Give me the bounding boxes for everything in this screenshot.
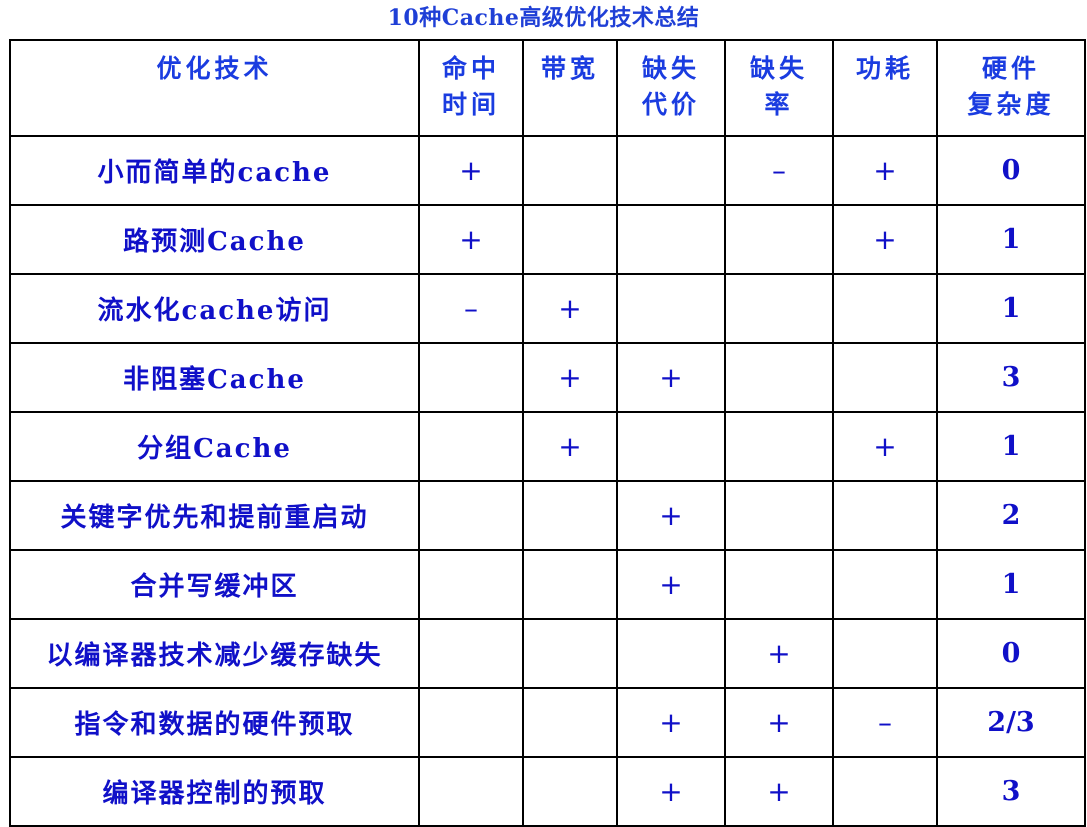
header-hit-time: 命中 时间 <box>418 39 524 137</box>
cell-miss-rate <box>724 549 834 620</box>
cell-miss-penalty <box>616 618 726 689</box>
cell-miss-penalty: + <box>616 687 726 758</box>
table-row: 编译器控制的预取 + + 3 <box>9 756 1086 827</box>
table-row: 合并写缓冲区 + 1 <box>9 549 1086 620</box>
cell-power <box>832 480 938 551</box>
cell-power: – <box>832 687 938 758</box>
cell-miss-penalty <box>616 411 726 482</box>
cell-hit-time: – <box>418 273 524 344</box>
cell-power: + <box>832 411 938 482</box>
cell-power: + <box>832 135 938 206</box>
cell-hit-time: + <box>418 204 524 275</box>
cell-miss-rate: + <box>724 618 834 689</box>
header-bandwidth: 带宽 <box>522 39 618 137</box>
cell-power <box>832 549 938 620</box>
cell-power <box>832 342 938 413</box>
cell-bandwidth: + <box>522 273 618 344</box>
row-technique: 编译器控制的预取 <box>9 756 420 827</box>
cell-hit-time <box>418 618 524 689</box>
cell-hw-complexity: 0 <box>936 618 1086 689</box>
cell-hit-time <box>418 480 524 551</box>
cell-miss-penalty: + <box>616 342 726 413</box>
row-technique: 流水化cache访问 <box>9 273 420 344</box>
cell-miss-rate <box>724 204 834 275</box>
table-row: 关键字优先和提前重启动 + 2 <box>9 480 1086 551</box>
cell-hw-complexity: 1 <box>936 411 1086 482</box>
cell-miss-penalty <box>616 135 726 206</box>
header-miss-rate: 缺失 率 <box>724 39 834 137</box>
cell-miss-rate <box>724 342 834 413</box>
cell-miss-rate: + <box>724 756 834 827</box>
row-technique: 关键字优先和提前重启动 <box>9 480 420 551</box>
cell-hw-complexity: 3 <box>936 342 1086 413</box>
table-row: 路预测Cache + + 1 <box>9 204 1086 275</box>
table-row: 指令和数据的硬件预取 + + – 2/3 <box>9 687 1086 758</box>
cell-power <box>832 273 938 344</box>
table-row: 以编译器技术减少缓存缺失 + 0 <box>9 618 1086 689</box>
cell-hit-time <box>418 342 524 413</box>
cell-hw-complexity: 0 <box>936 135 1086 206</box>
cell-miss-rate <box>724 480 834 551</box>
header-row: 优化技术 命中 时间 带宽 缺失 代价 缺失 率 功耗 硬件 复杂度 <box>9 39 1086 137</box>
cell-miss-rate <box>724 273 834 344</box>
row-technique: 指令和数据的硬件预取 <box>9 687 420 758</box>
cell-bandwidth <box>522 549 618 620</box>
cell-bandwidth <box>522 756 618 827</box>
cell-miss-penalty: + <box>616 549 726 620</box>
cell-power: + <box>832 204 938 275</box>
table-row: 分组Cache + + 1 <box>9 411 1086 482</box>
cell-hit-time: + <box>418 135 524 206</box>
optimization-table: 优化技术 命中 时间 带宽 缺失 代价 缺失 率 功耗 硬件 复杂度 小而简单的… <box>9 39 1086 827</box>
cell-hw-complexity: 2/3 <box>936 687 1086 758</box>
cell-miss-rate: – <box>724 135 834 206</box>
cell-power <box>832 756 938 827</box>
cell-hit-time <box>418 549 524 620</box>
cell-hw-complexity: 1 <box>936 549 1086 620</box>
row-technique: 分组Cache <box>9 411 420 482</box>
cell-miss-rate <box>724 411 834 482</box>
row-technique: 合并写缓冲区 <box>9 549 420 620</box>
cell-miss-penalty <box>616 273 726 344</box>
cell-hit-time <box>418 756 524 827</box>
cell-hw-complexity: 3 <box>936 756 1086 827</box>
cell-hw-complexity: 1 <box>936 273 1086 344</box>
cell-miss-penalty: + <box>616 480 726 551</box>
cell-hit-time <box>418 687 524 758</box>
cell-miss-rate: + <box>724 687 834 758</box>
cell-bandwidth <box>522 480 618 551</box>
table-row: 非阻塞Cache + + 3 <box>9 342 1086 413</box>
cell-bandwidth <box>522 618 618 689</box>
cell-bandwidth <box>522 135 618 206</box>
cell-bandwidth <box>522 687 618 758</box>
cell-hw-complexity: 2 <box>936 480 1086 551</box>
header-technique: 优化技术 <box>9 39 420 137</box>
header-miss-penalty: 缺失 代价 <box>616 39 726 137</box>
cell-bandwidth <box>522 204 618 275</box>
header-power: 功耗 <box>832 39 938 137</box>
table-row: 流水化cache访问 – + 1 <box>9 273 1086 344</box>
page-title: 10种Cache高级优化技术总结 <box>387 5 700 31</box>
row-technique: 路预测Cache <box>9 204 420 275</box>
table-row: 小而简单的cache + – + 0 <box>9 135 1086 206</box>
cell-power <box>832 618 938 689</box>
cell-hit-time <box>418 411 524 482</box>
cell-miss-penalty <box>616 204 726 275</box>
header-hw-complexity: 硬件 复杂度 <box>936 39 1086 137</box>
cell-hw-complexity: 1 <box>936 204 1086 275</box>
row-technique: 非阻塞Cache <box>9 342 420 413</box>
row-technique: 以编译器技术减少缓存缺失 <box>9 618 420 689</box>
row-technique: 小而简单的cache <box>9 135 420 206</box>
cell-bandwidth: + <box>522 411 618 482</box>
cell-miss-penalty: + <box>616 756 726 827</box>
cell-bandwidth: + <box>522 342 618 413</box>
